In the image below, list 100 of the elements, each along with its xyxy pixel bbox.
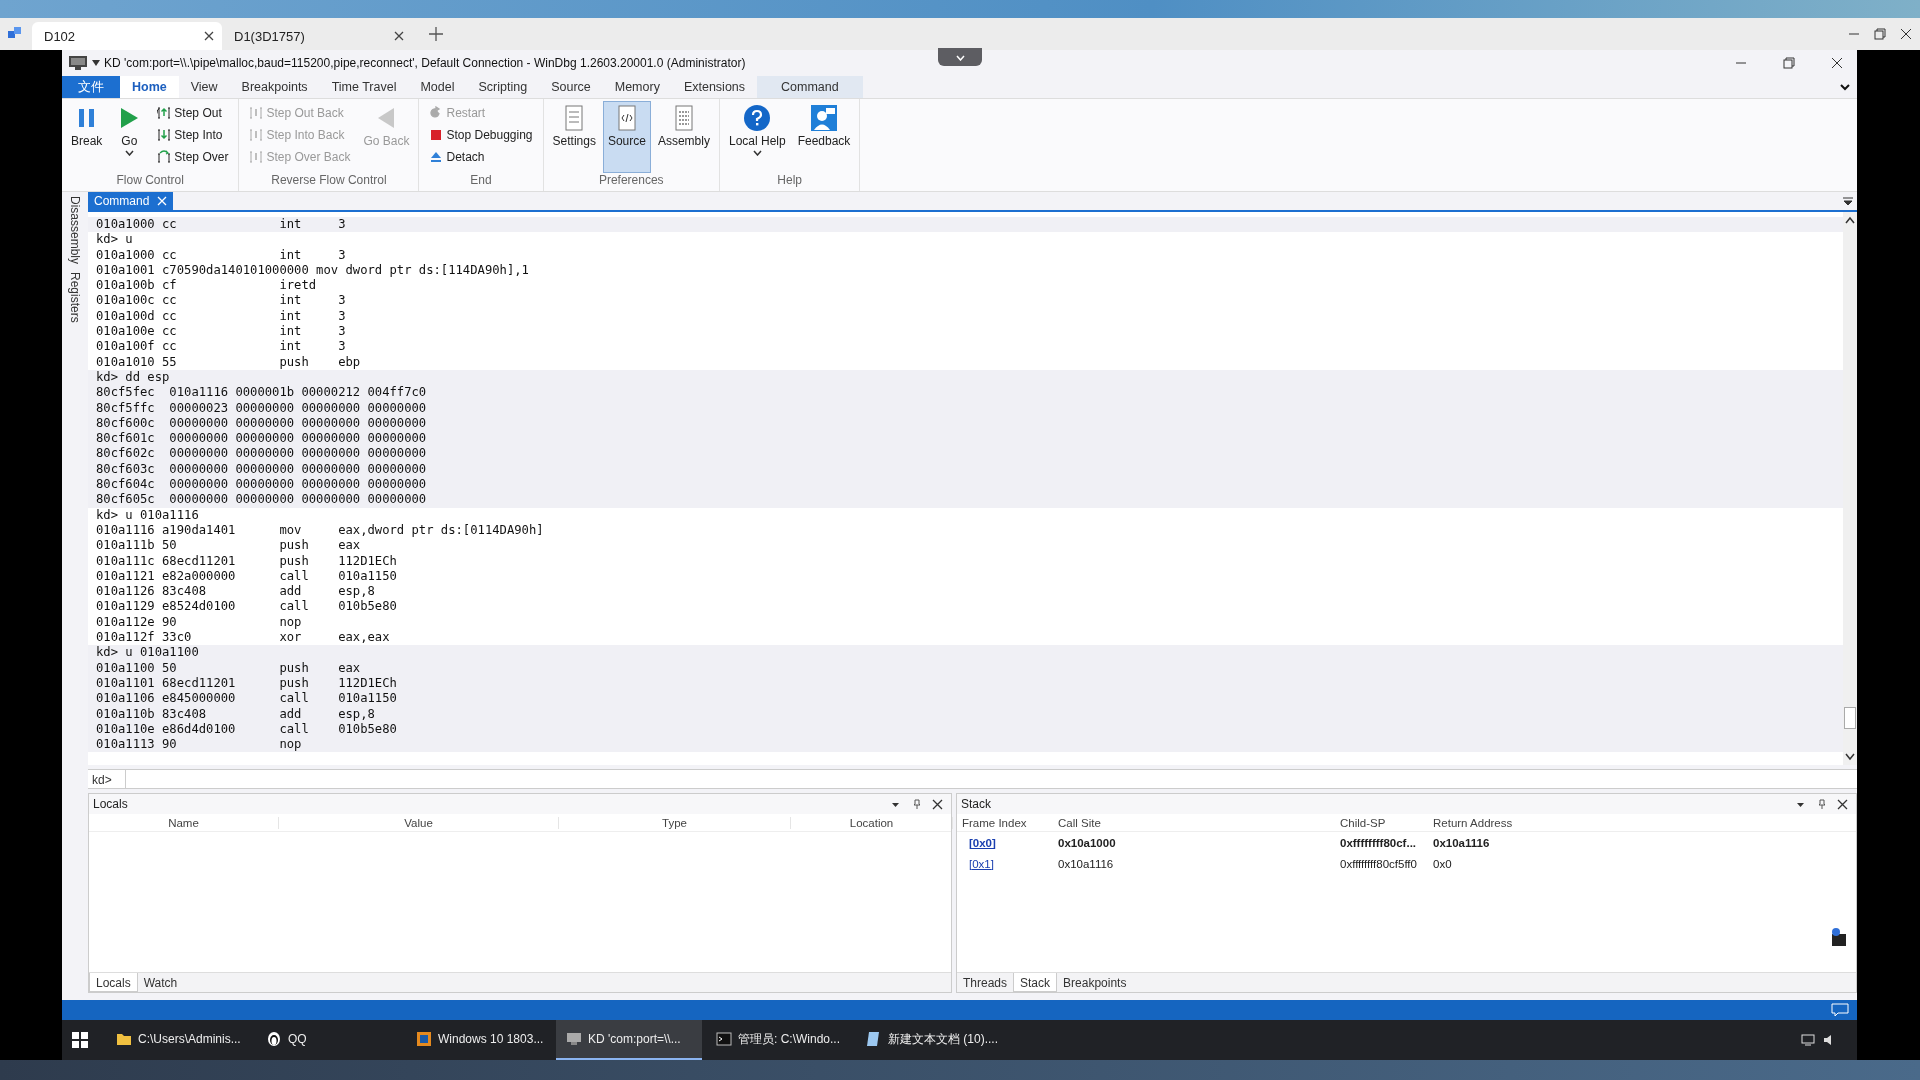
close-icon[interactable] xyxy=(932,798,943,810)
output-line: 80cf5fec 010a1116 0000001b 00000212 004ff7c0 xyxy=(96,385,428,401)
pin-icon[interactable] xyxy=(911,798,922,810)
session-tab[interactable]: D102 xyxy=(32,22,222,50)
output-line: 010a112f 33c0 xor eax,eax xyxy=(96,630,391,646)
braces-icon xyxy=(249,105,264,120)
chevron-icon[interactable] xyxy=(1839,81,1851,93)
ribbon-tab[interactable]: Scripting xyxy=(466,76,540,98)
close-icon[interactable] xyxy=(394,31,404,41)
network-icon[interactable] xyxy=(1801,1033,1815,1047)
table-cell-text: 0x10a1000 xyxy=(1057,836,1117,849)
column-header[interactable]: Type xyxy=(559,816,791,829)
taskbar-item[interactable]: 新建文本文档 (10).... xyxy=(856,1020,1002,1060)
column-header[interactable]: Child-SP xyxy=(1335,816,1428,829)
scroll-thumb[interactable] xyxy=(1844,707,1856,729)
output-line: 010a1000 cc int 3 xyxy=(96,247,347,263)
ribbon-tab[interactable]: View xyxy=(178,76,230,98)
panel-tab[interactable]: Watch xyxy=(137,973,184,992)
column-header[interactable]: Value xyxy=(279,816,559,829)
group-label: Preferences xyxy=(597,173,665,189)
output-line: kd> dd esp xyxy=(96,369,171,386)
close-icon[interactable] xyxy=(204,31,214,41)
ribbon-tab[interactable]: Model xyxy=(408,76,467,98)
ribbon-button[interactable]: Local Help xyxy=(723,101,791,173)
scrollbar[interactable] xyxy=(1843,212,1857,765)
ribbon-tab[interactable]: Breakpoints xyxy=(229,76,320,98)
caret-icon[interactable] xyxy=(92,59,100,67)
output-line: 010a100f cc int 3 xyxy=(96,339,347,355)
side-tab[interactable]: Disassembly xyxy=(68,196,82,264)
column-header[interactable]: Name xyxy=(89,816,279,829)
ribbon-tab[interactable]: Memory xyxy=(602,76,672,98)
ribbon-tab[interactable]: Source xyxy=(539,76,603,98)
frame-link[interactable]: [0x1] xyxy=(957,857,1053,870)
ribbon-button[interactable]: Step Out xyxy=(151,103,235,122)
output-line: 010a111b 50 push eax xyxy=(96,538,362,554)
frame-link[interactable]: [0x0] xyxy=(957,836,1053,849)
session-tab[interactable]: D1(3D1757) xyxy=(222,22,412,50)
panel-title: Locals xyxy=(93,797,129,811)
restore-icon[interactable] xyxy=(1874,28,1886,40)
output-line: 80cf602c 00000000 00000000 00000000 00000000 xyxy=(96,446,428,462)
ribbon-tab[interactable]: Time Travel xyxy=(319,76,409,98)
close-icon[interactable] xyxy=(1837,798,1848,810)
output-line: 010a1010 55 push ebp xyxy=(96,354,362,370)
collapse-handle[interactable] xyxy=(938,48,982,66)
group-label: Reverse Flow Control xyxy=(270,173,388,189)
braces-arc-arrow-icon xyxy=(157,149,172,164)
column-header[interactable]: Location xyxy=(791,816,953,829)
ribbon-tab[interactable]: 文件 xyxy=(62,76,120,98)
close-icon[interactable] xyxy=(1831,57,1843,69)
windows-icon[interactable] xyxy=(72,1032,88,1048)
pin-icon[interactable] xyxy=(1816,798,1827,810)
taskbar-item[interactable]: KD 'com:port=\\... xyxy=(556,1020,702,1060)
group-label: Flow Control xyxy=(115,173,185,189)
caret-icon xyxy=(955,55,965,61)
ribbon-tab[interactable]: Command xyxy=(757,76,863,98)
window-title: KD 'com:port=\\.\pipe\malloc,baud=115200,pipe,reconnect', Default Connection - WinDbg 1.2603.20001.0 (Administrator) xyxy=(104,56,746,70)
ribbon-button[interactable]: Go xyxy=(109,101,150,173)
restore-icon[interactable] xyxy=(1783,57,1795,69)
stop-icon xyxy=(429,127,444,142)
output-line: 010a1113 90 nop xyxy=(96,737,303,753)
output-line: 010a100d cc int 3 xyxy=(96,308,347,325)
help-icon xyxy=(743,104,772,132)
output-line: 80cf603c 00000000 00000000 00000000 00000000 xyxy=(96,461,428,478)
taskbar-item[interactable]: QQ xyxy=(256,1020,402,1060)
plus-icon[interactable] xyxy=(428,26,444,42)
taskbar-item[interactable]: 管理员: C:\Windo... xyxy=(706,1020,852,1060)
ribbon-button[interactable]: Settings xyxy=(547,101,601,173)
panel-tab[interactable]: Threads xyxy=(957,973,1014,992)
table-cell-text: 0x10a1116 xyxy=(1057,857,1115,870)
close-icon[interactable] xyxy=(1900,28,1912,40)
column-header[interactable]: Return Address xyxy=(1428,816,1856,829)
braces-icon xyxy=(249,149,264,164)
ribbon-button[interactable]: Assembly xyxy=(652,101,715,173)
taskbar-item[interactable]: C:\Users\Adminis... xyxy=(106,1020,252,1060)
ribbon-tab[interactable]: Home xyxy=(120,76,179,98)
output-line: 010a1116 a190da1401 mov eax,dword ptr ds:[0114DA90h] xyxy=(96,522,545,539)
column-header[interactable]: Frame Index xyxy=(957,816,1053,829)
ribbon-button[interactable]: Feedback xyxy=(792,101,856,173)
taskbar-item[interactable]: Windows 10 1803... xyxy=(406,1020,552,1060)
ribbon-button[interactable]: Step Into xyxy=(151,125,235,144)
ribbon-button[interactable]: Source xyxy=(602,101,651,173)
group-label: End xyxy=(469,173,493,189)
speech-bubble-icon[interactable] xyxy=(1831,1003,1849,1017)
column-header[interactable]: Call Site xyxy=(1053,816,1335,829)
side-tab[interactable]: Registers xyxy=(68,272,82,323)
output-line: 010a1000 cc int 3 xyxy=(96,217,347,233)
panel-tab[interactable]: Breakpoints xyxy=(1057,973,1133,992)
output-line: 010a1106 e845000000 call 010a1150 xyxy=(96,691,398,707)
document-tab[interactable]: Command xyxy=(88,192,174,210)
output-line: 010a100e cc int 3 xyxy=(96,324,347,340)
ribbon-button[interactable]: Stop Debugging xyxy=(423,125,539,144)
ribbon-button[interactable]: Break xyxy=(66,101,108,173)
output-line: 010a112e 90 nop xyxy=(96,614,303,630)
ribbon-button[interactable]: Step Over xyxy=(151,147,235,166)
ribbon-tab[interactable]: Extensions xyxy=(671,76,758,98)
output-line: kd> u 010a1116 xyxy=(96,507,200,523)
menu-icon[interactable] xyxy=(1843,196,1853,206)
panel-tab[interactable]: Stack xyxy=(1013,973,1058,992)
panel-tab[interactable]: Locals xyxy=(89,973,138,992)
ribbon-button[interactable]: Detach xyxy=(423,147,539,166)
